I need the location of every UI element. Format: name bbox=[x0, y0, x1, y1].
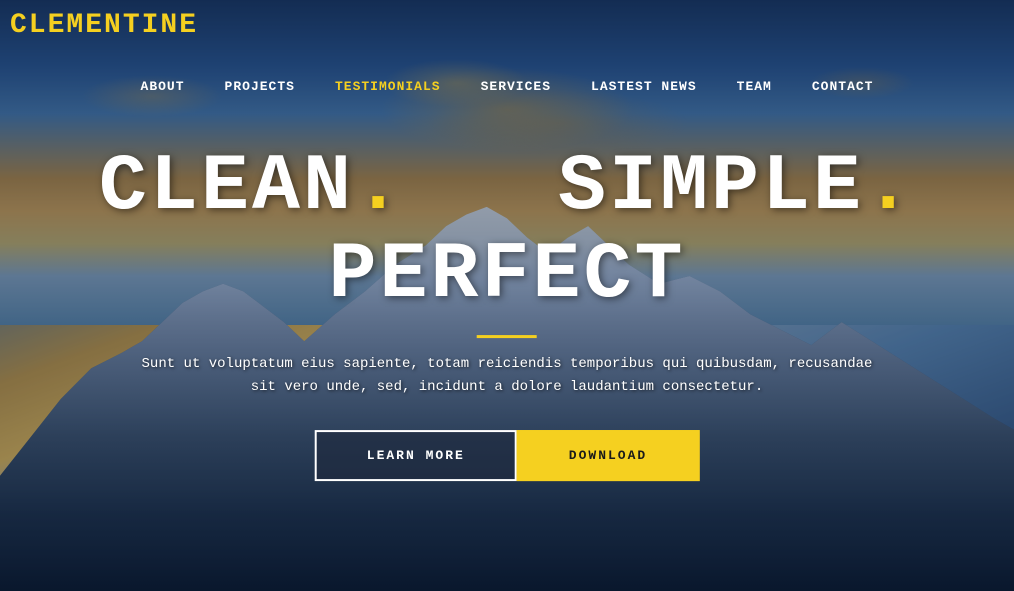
hero-tagline: CLEAN. SIMPLE. PERFECT bbox=[51, 144, 964, 320]
hero-section: CLEMENTINE ABOUT PROJECTS TESTIMONIALS S… bbox=[0, 0, 1014, 591]
nav-projects[interactable]: PROJECTS bbox=[225, 79, 295, 94]
hero-divider bbox=[477, 335, 537, 338]
tagline-part2: SIMPLE bbox=[558, 142, 864, 233]
nav-about[interactable]: ABOUT bbox=[141, 79, 185, 94]
logo[interactable]: CLEMENTINE bbox=[10, 10, 198, 41]
nav-contact[interactable]: CONTACT bbox=[812, 79, 874, 94]
tagline-part3: PERFECT bbox=[328, 230, 685, 321]
hero-buttons: LEARN MORE DOWNLOAD bbox=[51, 430, 964, 481]
main-nav: ABOUT PROJECTS TESTIMONIALS SERVICES LAS… bbox=[0, 79, 1014, 94]
nav-team[interactable]: TEAM bbox=[737, 79, 772, 94]
nav-latest-news[interactable]: LASTEST NEWS bbox=[591, 79, 697, 94]
nav-testimonials[interactable]: TESTIMONIALS bbox=[335, 79, 441, 94]
nav-services[interactable]: SERVICES bbox=[481, 79, 551, 94]
download-button[interactable]: DOWNLOAD bbox=[517, 430, 699, 481]
tagline-part1: CLEAN bbox=[99, 142, 354, 233]
tagline-dot2: . bbox=[864, 142, 915, 233]
tagline-dot1: . bbox=[354, 142, 405, 233]
header: CLEMENTINE ABOUT PROJECTS TESTIMONIALS S… bbox=[0, 0, 1014, 104]
hero-content: CLEAN. SIMPLE. PERFECT Sunt ut voluptatu… bbox=[51, 144, 964, 482]
hero-description: Sunt ut voluptatum eius sapiente, totam … bbox=[132, 353, 882, 401]
learn-more-button[interactable]: LEARN MORE bbox=[315, 430, 517, 481]
